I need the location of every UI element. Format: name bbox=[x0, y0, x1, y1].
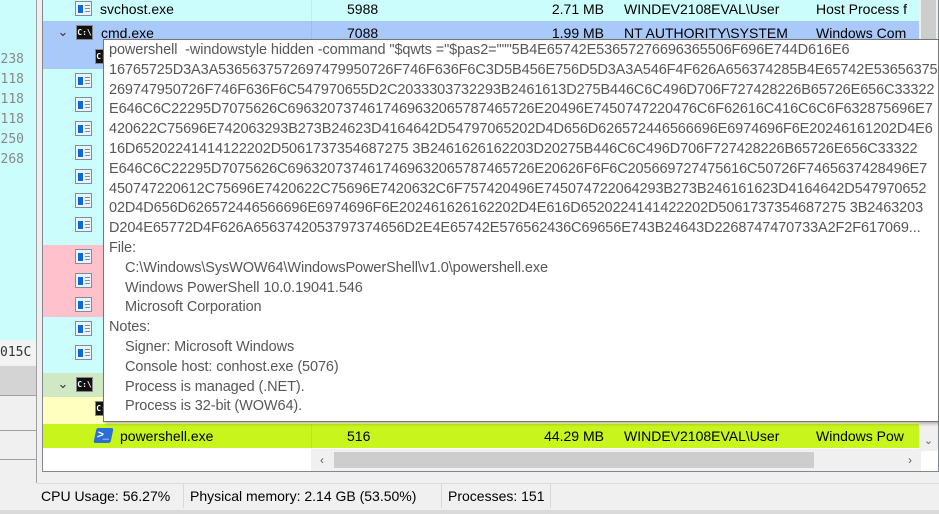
tooltip-command-line: powershell -windowstyle hidden -command … bbox=[109, 41, 938, 239]
process-pid: 516 bbox=[311, 424, 431, 448]
process-pid: 5988 bbox=[311, 0, 431, 21]
tooltip-notes-label: Notes: bbox=[109, 319, 151, 336]
process-row[interactable]: >_ powershell.exe 516 44.29 MB WINDEV2108EVA… bbox=[43, 424, 920, 448]
tooltip-line: powershell -windowstyle hidden -command … bbox=[109, 42, 850, 58]
tooltip-line: E646C6C22295D7075626C6963207374617469632… bbox=[109, 160, 928, 177]
console-icon: C:\ bbox=[76, 25, 93, 40]
tooltip-line: D204E65772D4F626A6563742053797374656D2E4… bbox=[109, 220, 921, 237]
left-pane-value: 238 bbox=[0, 52, 24, 67]
scroll-down-icon[interactable]: ⌄ bbox=[919, 432, 938, 451]
tooltip-file-info: C:\Windows\SysWOW64\WindowsPowerShell\v1… bbox=[109, 259, 938, 318]
vertical-scrollbar-thumb[interactable] bbox=[921, 0, 936, 42]
tooltip-line: Process is managed (.NET). bbox=[125, 378, 305, 395]
left-pane-value: 118 bbox=[0, 112, 24, 127]
service-icon bbox=[75, 169, 92, 184]
tooltip-line: Windows PowerShell 10.0.19041.546 bbox=[125, 279, 363, 296]
tooltip-line: E646C6C22295D7075626C6963207374617469632… bbox=[109, 101, 933, 118]
tooltip-line: Console host: conhost.exe (5076) bbox=[125, 358, 339, 375]
tooltip-notes: Signer: Microsoft Windows Console host: c… bbox=[109, 338, 938, 417]
process-user: WINDEV2108EVAL\User bbox=[624, 428, 780, 444]
process-user: WINDEV2108EVAL\User bbox=[624, 1, 780, 17]
service-icon bbox=[75, 1, 92, 16]
tooltip-line: 16765725D3A3A5365637572697479950726F746F… bbox=[109, 61, 939, 78]
service-icon bbox=[75, 273, 92, 288]
service-icon bbox=[75, 321, 92, 336]
process-memory: 2.71 MB bbox=[551, 1, 604, 17]
horizontal-scrollbar[interactable]: ‹ › bbox=[311, 449, 921, 471]
divider bbox=[0, 430, 36, 431]
physical-memory: Physical memory: 2.14 GB (53.50%) bbox=[184, 484, 442, 508]
service-icon bbox=[75, 249, 92, 264]
process-count: Processes: 151 bbox=[442, 484, 551, 508]
process-memory: 44.29 MB bbox=[544, 428, 604, 444]
scroll-left-icon[interactable]: ‹ bbox=[311, 449, 333, 471]
left-pane-value: 250 bbox=[0, 132, 24, 147]
left-pane-list bbox=[0, 0, 36, 340]
process-description: Host Process f bbox=[816, 1, 908, 17]
tooltip-line: 420622C75696E742063293B273B24623D4164642… bbox=[109, 121, 933, 138]
horizontal-scrollbar-thumb[interactable] bbox=[334, 452, 814, 468]
left-pane-value: 268 bbox=[0, 152, 24, 167]
process-name: svchost.exe bbox=[100, 1, 174, 17]
service-icon bbox=[75, 121, 92, 136]
left-pane: 238 118 118 118 250 268 015C bbox=[0, 0, 37, 483]
tooltip-line: Microsoft Corporation bbox=[125, 299, 262, 316]
tooltip-line: 450747220612C75696E7420622C75696E7420632… bbox=[109, 180, 927, 197]
left-pane-value: 118 bbox=[0, 72, 24, 87]
left-pane-header bbox=[0, 366, 36, 396]
service-icon bbox=[75, 145, 92, 160]
tooltip-line: C:\Windows\SysWOW64\WindowsPowerShell\v1… bbox=[125, 259, 549, 276]
chevron-down-icon[interactable]: ⌄ bbox=[56, 21, 70, 43]
scroll-right-icon[interactable]: › bbox=[899, 449, 921, 471]
process-description: Windows Pow bbox=[816, 428, 904, 444]
divider bbox=[0, 459, 36, 460]
tooltip-line: Signer: Microsoft Windows bbox=[125, 338, 295, 355]
tooltip-file-label: File: bbox=[109, 239, 136, 256]
service-icon bbox=[75, 345, 92, 360]
left-pane-hex: 015C bbox=[0, 341, 36, 365]
process-name: powershell.exe bbox=[120, 428, 214, 444]
tooltip-line: 269747950726F746F636F6C547970655D2C20333… bbox=[109, 81, 935, 98]
chevron-down-icon[interactable]: ⌄ bbox=[56, 373, 70, 395]
process-name-cell: svchost.exe bbox=[43, 0, 311, 21]
service-icon bbox=[75, 193, 92, 208]
service-icon bbox=[75, 73, 92, 88]
process-row[interactable]: svchost.exe 5988 2.71 MB WINDEV2108EVAL\Use… bbox=[43, 0, 920, 21]
service-icon bbox=[75, 217, 92, 232]
process-tooltip: powershell -windowstyle hidden -command … bbox=[103, 39, 939, 422]
cpu-usage: CPU Usage: 56.27% bbox=[37, 484, 184, 508]
console-icon: C:\ bbox=[76, 377, 93, 392]
process-name-cell: >_ powershell.exe bbox=[43, 424, 311, 448]
service-icon bbox=[75, 297, 92, 312]
powershell-icon: >_ bbox=[93, 428, 114, 443]
status-bar-edge bbox=[0, 510, 939, 514]
left-pane-value: 118 bbox=[0, 92, 24, 107]
tooltip-line: 16D65202241414122202D5061737354687275 3B… bbox=[109, 140, 918, 157]
tooltip-line: 02D4D656D626572446566696E6974696F6E20246… bbox=[109, 200, 924, 217]
tooltip-line: Process is 32-bit (WOW64). bbox=[125, 398, 303, 415]
service-icon bbox=[75, 97, 92, 112]
